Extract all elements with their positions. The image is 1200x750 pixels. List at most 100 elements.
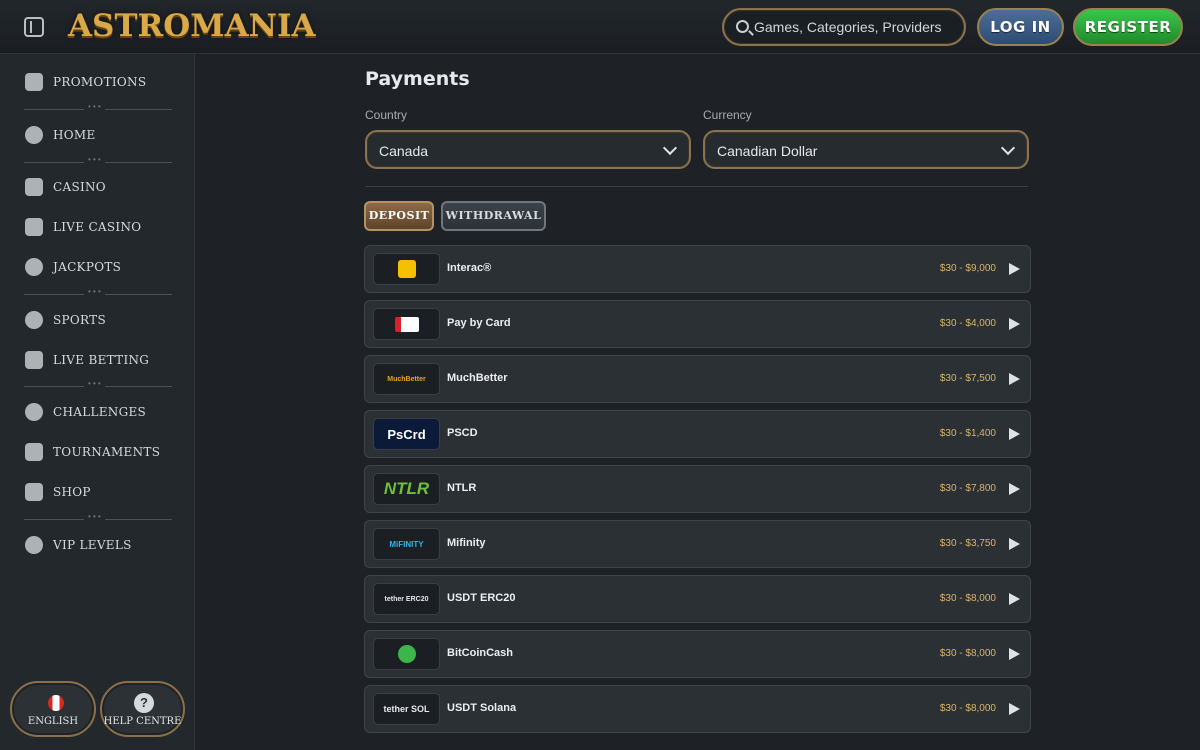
chest-icon xyxy=(25,483,43,501)
payment-name: PSCD xyxy=(447,427,478,439)
sidebar-divider xyxy=(24,379,172,388)
currency-select[interactable]: Canadian Dollar xyxy=(703,130,1029,169)
payment-range: $30 - $4,000 xyxy=(939,318,996,329)
mifinity-logo-text: MiFINITY xyxy=(389,539,424,549)
search-input[interactable] xyxy=(754,10,959,44)
help-label: HELP CENTRE xyxy=(103,716,182,727)
sidebar-item-live-betting[interactable]: LIVE BETTING xyxy=(25,348,185,372)
login-button[interactable]: LOG IN xyxy=(977,8,1064,46)
sidebar-item-promotions[interactable]: PROMOTIONS xyxy=(25,70,185,94)
payment-row-mifinity[interactable]: MiFINITY Mifinity $30 - $3,750 xyxy=(364,520,1031,568)
sidebar-item-jackpots[interactable]: JACKPOTS xyxy=(25,255,185,279)
muchbetter-logo: MuchBetter xyxy=(373,363,440,395)
sidebar-item-label: SHOP xyxy=(53,485,91,499)
card-logo xyxy=(373,308,440,340)
language-button[interactable]: ENGLISH xyxy=(10,681,96,737)
payment-range: $30 - $7,500 xyxy=(939,373,996,384)
payment-range: $30 - $9,000 xyxy=(939,263,996,274)
arrow-right-icon xyxy=(1009,428,1020,440)
payment-name: Mifinity xyxy=(447,537,486,549)
sidebar-item-home[interactable]: HOME xyxy=(25,123,185,147)
arrow-right-icon xyxy=(1009,648,1020,660)
payment-row-usdt-erc20[interactable]: tether ERC20 USDT ERC20 $30 - $8,000 xyxy=(364,575,1031,623)
arrow-right-icon xyxy=(1009,263,1020,275)
site-logo[interactable]: ASTROMANIA xyxy=(68,6,316,46)
tab-withdrawal[interactable]: WITHDRAWAL xyxy=(441,201,546,231)
sidebar-item-vip-levels[interactable]: VIP LEVELS xyxy=(25,533,185,557)
sidebar-item-tournaments[interactable]: TOURNAMENTS xyxy=(25,440,185,464)
payment-row-usdt-solana[interactable]: tether SOL USDT Solana $30 - $8,000 xyxy=(364,685,1031,733)
tab-deposit[interactable]: DEPOSIT xyxy=(364,201,434,231)
ntlr-logo-text: NTLR xyxy=(383,479,430,498)
sidebar-item-label: SPORTS xyxy=(53,313,106,327)
help-icon: ? xyxy=(134,693,154,713)
card-icon xyxy=(25,218,43,236)
payment-row-pay-by-card[interactable]: Pay by Card $30 - $4,000 xyxy=(364,300,1031,348)
payment-range: $30 - $8,000 xyxy=(939,593,996,604)
payment-row-bitcoincash[interactable]: BitCoinCash $30 - $8,000 xyxy=(364,630,1031,678)
interac-logo xyxy=(373,253,440,285)
muchbetter-logo-text: MuchBetter xyxy=(387,375,426,383)
payment-name: Interac® xyxy=(447,262,492,274)
chevron-down-icon xyxy=(1000,140,1016,156)
search-box[interactable] xyxy=(722,8,966,46)
help-centre-button[interactable]: ? HELP CENTRE xyxy=(100,681,185,737)
sidebar-item-label: HOME xyxy=(53,128,96,142)
sidebar-item-label: LIVE BETTING xyxy=(53,353,150,367)
sidebar-item-label: JACKPOTS xyxy=(53,260,122,274)
arrow-right-icon xyxy=(1009,318,1020,330)
country-select[interactable]: Canada xyxy=(365,130,691,169)
section-divider xyxy=(365,186,1028,187)
header: ASTROMANIA LOG IN REGISTER xyxy=(0,0,1200,54)
country-value: Canada xyxy=(379,143,429,159)
payment-range: $30 - $1,400 xyxy=(939,428,996,439)
currency-value: Canadian Dollar xyxy=(717,143,818,159)
sidebar-item-label: CHALLENGES xyxy=(53,405,147,419)
payment-range: $30 - $7,800 xyxy=(939,483,996,494)
payment-name: BitCoinCash xyxy=(447,647,513,659)
payment-name: USDT Solana xyxy=(447,702,517,714)
sidebar-divider xyxy=(24,102,172,111)
sidebar-item-label: TOURNAMENTS xyxy=(53,445,161,459)
podium-icon xyxy=(25,443,43,461)
bitcoin-cash-logo xyxy=(373,638,440,670)
arrow-right-icon xyxy=(1009,703,1020,715)
live-icon xyxy=(25,351,43,369)
tether-sol-logo: tether SOL xyxy=(373,693,440,725)
sidebar-item-sports[interactable]: SPORTS xyxy=(25,308,185,332)
soccer-ball-icon xyxy=(25,311,43,329)
payment-range: $30 - $8,000 xyxy=(939,703,996,714)
tether-sol-logo-text: tether SOL xyxy=(383,704,430,714)
search-icon xyxy=(736,20,749,33)
payment-name: Pay by Card xyxy=(447,317,511,329)
canada-flag-icon xyxy=(48,695,64,711)
sidebar-item-casino[interactable]: CASINO xyxy=(25,175,185,199)
sidebar: PROMOTIONS HOME CASINO LIVE CASINO JACKP… xyxy=(0,54,195,750)
ntlr-logo: NTLR xyxy=(373,473,440,505)
sidebar-item-label: VIP LEVELS xyxy=(53,538,132,552)
sidebar-divider xyxy=(24,155,172,164)
sidebar-toggle-icon[interactable] xyxy=(24,17,44,37)
payment-row-pscd[interactable]: PsCrd PSCD $30 - $1,400 xyxy=(364,410,1031,458)
payment-name: NTLR xyxy=(447,482,477,494)
arrow-right-icon xyxy=(1009,538,1020,550)
payment-row-interac[interactable]: Interac® $30 - $9,000 xyxy=(364,245,1031,293)
sidebar-item-challenges[interactable]: CHALLENGES xyxy=(25,400,185,424)
sidebar-divider xyxy=(24,287,172,296)
country-label: Country xyxy=(365,108,408,122)
payment-range: $30 - $3,750 xyxy=(939,538,996,549)
payment-row-ntlr[interactable]: NTLR NTLR $30 - $7,800 xyxy=(364,465,1031,513)
payment-range: $30 - $8,000 xyxy=(939,648,996,659)
sidebar-item-label: CASINO xyxy=(53,180,106,194)
sidebar-item-shop[interactable]: SHOP xyxy=(25,480,185,504)
page-title: Payments xyxy=(365,68,470,90)
slot-machine-icon xyxy=(25,178,43,196)
tether-erc20-logo-text: tether ERC20 xyxy=(384,595,429,603)
sidebar-item-live-casino[interactable]: LIVE CASINO xyxy=(25,215,185,239)
clover-icon xyxy=(25,258,43,276)
chevron-down-icon xyxy=(662,140,678,156)
payment-row-muchbetter[interactable]: MuchBetter MuchBetter $30 - $7,500 xyxy=(364,355,1031,403)
sidebar-item-label: LIVE CASINO xyxy=(53,220,142,234)
register-button[interactable]: REGISTER xyxy=(1073,8,1183,46)
payment-name: USDT ERC20 xyxy=(447,592,516,604)
